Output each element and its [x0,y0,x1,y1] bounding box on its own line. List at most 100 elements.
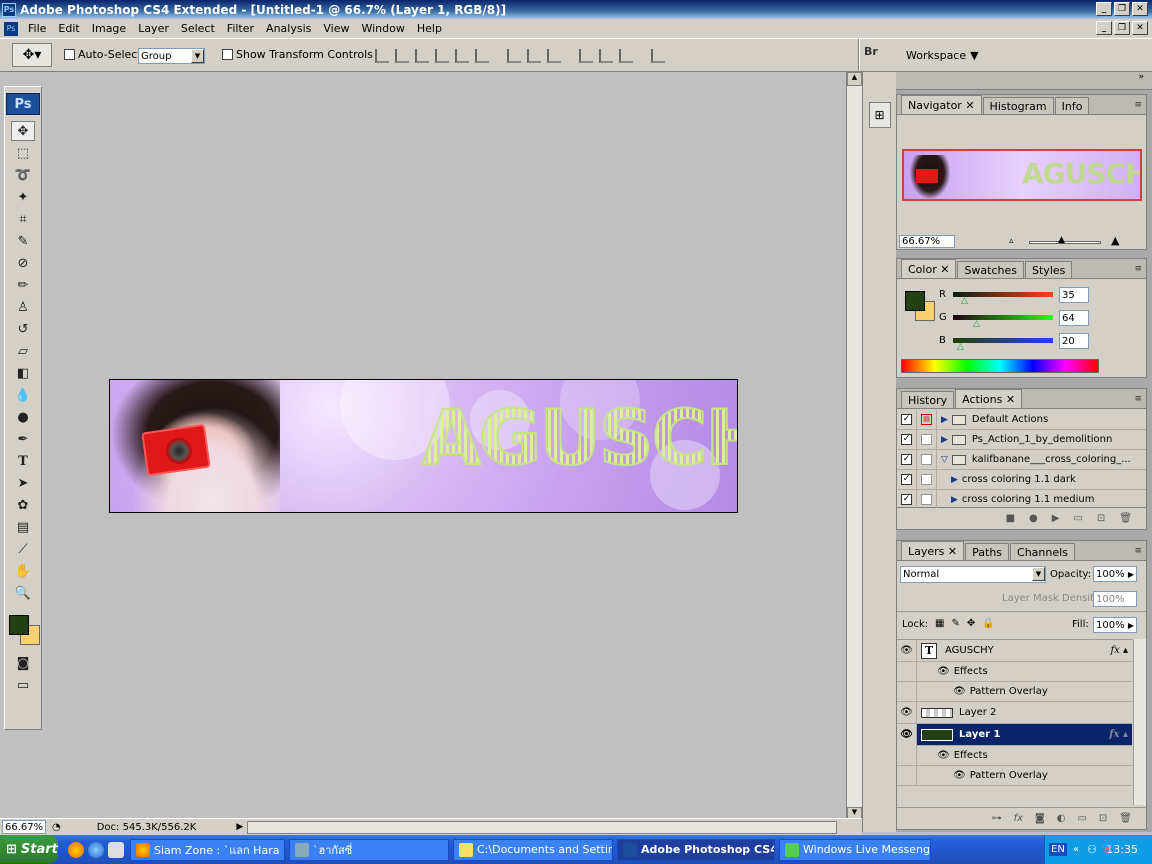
zoom-slider-thumb[interactable]: ▲ [1058,235,1065,245]
language-indicator[interactable]: EN [1049,843,1067,856]
fill-field[interactable]: 100% ▶ [1093,617,1137,633]
checkmark-icon[interactable]: ✓ [901,494,912,505]
action-row[interactable]: ✓ ▶ cross coloring 1.1 medium [897,489,1146,510]
zoom-in-icon[interactable]: ▲ [1111,234,1119,247]
b-slider[interactable] [953,338,1053,343]
align-right-icon[interactable] [475,49,489,63]
show-transform-checkbox[interactable] [222,49,233,60]
distribute-left-icon[interactable] [579,49,593,63]
tab-histogram[interactable]: Histogram [982,97,1054,114]
tab-swatches[interactable]: Swatches [957,261,1025,278]
menu-image[interactable]: Image [86,22,132,35]
eye-icon[interactable]: 👁 [953,770,966,781]
tab-history[interactable]: History [901,391,955,408]
mask-density-field[interactable]: 100% [1093,591,1137,607]
align-top-icon[interactable] [375,49,389,63]
taskbar-item[interactable]: Windows Live Messenger [779,838,931,861]
g-input[interactable]: 64 [1059,310,1089,326]
effect-row[interactable]: 👁 Pattern Overlay [897,765,1132,786]
close-icon[interactable]: ✕ [965,99,974,112]
color-fg-swatch[interactable] [905,291,925,311]
mask-icon[interactable]: ◙ [1035,813,1045,824]
tab-channels[interactable]: Channels [1010,543,1075,560]
tab-navigator[interactable]: Navigator ✕ [901,95,982,114]
distribute-top-icon[interactable] [507,49,521,63]
blend-mode-dropdown[interactable]: Normal ▼ [900,566,1046,583]
expand-icon[interactable]: ▶ [951,495,958,505]
menu-window[interactable]: Window [355,22,410,35]
fx-icon[interactable]: fx ▴ [1110,645,1128,656]
distribute-vcenter-icon[interactable] [527,49,541,63]
zoom-slider[interactable] [1029,241,1101,244]
tab-styles[interactable]: Styles [1025,261,1073,278]
checkmark-icon[interactable]: ✓ [901,454,912,465]
menu-file[interactable]: File [22,22,52,35]
workspace-menu[interactable]: Workspace ▼ [906,49,979,62]
r-slider[interactable] [953,292,1053,297]
security-icon[interactable]: ⛨ [1103,843,1111,857]
canvas-horizontal-scrollbar[interactable] [247,820,838,834]
move-tool-icon[interactable]: ✥ [11,121,35,141]
g-slider-thumb[interactable]: △ [973,319,980,329]
menu-analysis[interactable]: Analysis [260,22,317,35]
status-icon[interactable]: ◔ [52,822,61,833]
measurement-log-icon[interactable]: ⊞ [868,102,891,128]
checkmark-icon[interactable]: ✓ [901,434,912,445]
color-spectrum-bar[interactable] [901,359,1099,373]
notes-tool-icon[interactable]: ▤ [11,517,35,537]
trash-icon[interactable]: 🗑 [1119,813,1132,824]
tray-expand-icon[interactable]: « [1073,844,1079,855]
opacity-arrow-icon[interactable]: ▶ [1128,570,1134,579]
tab-paths[interactable]: Paths [965,543,1010,560]
canvas-vertical-scrollbar[interactable]: ▲ ▼ [846,72,862,821]
taskbar-item-active[interactable]: Adobe Photoshop CS4... [617,838,775,861]
g-slider[interactable] [953,315,1053,320]
fill-arrow-icon[interactable]: ▶ [1128,621,1134,630]
close-icon[interactable]: ✕ [1006,393,1015,406]
layer-row-layer1[interactable]: 👁 Layer 1 fx ▴ [897,723,1132,746]
restore-button[interactable]: ❐ [1114,2,1130,16]
link-icon[interactable]: ⊶ [992,813,1002,824]
minimize-button[interactable]: _ [1096,2,1112,16]
taskbar-item[interactable]: Siam Zone : `แลก Hara ... [130,838,285,861]
network-icon[interactable]: ⚇ [1087,843,1097,856]
zoom-out-icon[interactable]: ▵ [1009,236,1014,246]
dialog-toggle-icon[interactable] [921,434,932,445]
menu-help[interactable]: Help [411,22,448,35]
quick-mask-icon[interactable]: ◙ [11,653,35,673]
eye-icon[interactable]: 👁 [897,701,917,724]
zoom-tool-icon[interactable]: 🔍 [11,583,35,603]
effects-row[interactable]: 👁 Effects [897,745,1132,766]
magic-wand-icon[interactable]: ✦ [11,187,35,207]
tool-preset-picker[interactable]: ✥▾ [12,43,52,67]
distribute-bottom-icon[interactable] [547,49,561,63]
start-button[interactable]: ⊞ Start [0,836,58,863]
scroll-up-icon[interactable]: ▲ [847,72,862,86]
opacity-field[interactable]: 100% ▶ [1093,566,1137,582]
effects-row[interactable]: 👁 Effects [897,661,1132,682]
r-input[interactable]: 35 [1059,287,1089,303]
expand-icon[interactable]: ▶ [941,435,948,445]
healing-brush-icon[interactable]: ⊘ [11,253,35,273]
navigator-thumbnail[interactable]: AGUSCHY [902,149,1142,201]
close-icon[interactable]: ✕ [940,263,949,276]
action-row[interactable]: ✓ ▽ kalifbanane___cross_coloring_... [897,449,1146,470]
zoom-field[interactable]: 66.67% [2,820,46,834]
align-hcenter-icon[interactable] [455,49,469,63]
doc-minimize-button[interactable]: _ [1096,21,1112,35]
auto-select-checkbox[interactable] [64,49,75,60]
close-button[interactable]: ✕ [1132,2,1148,16]
dialog-toggle-icon[interactable] [921,454,932,465]
panel-menu-icon[interactable]: ≡ [1134,546,1142,556]
play-icon[interactable]: ▶ [1052,513,1060,524]
screen-mode-icon[interactable]: ▭ [11,675,35,695]
hand-tool-icon[interactable]: ✋ [11,561,35,581]
foreground-color-swatch[interactable] [9,615,29,635]
b-input[interactable]: 20 [1059,333,1089,349]
type-tool-icon[interactable]: T [11,451,35,471]
record-icon[interactable]: ● [1029,513,1038,524]
close-icon[interactable]: ✕ [948,545,957,558]
eyedropper-tool-icon[interactable]: ✎ [11,231,35,251]
expand-icon[interactable]: ▶ [941,415,948,425]
blur-tool-icon[interactable]: 💧 [11,385,35,405]
